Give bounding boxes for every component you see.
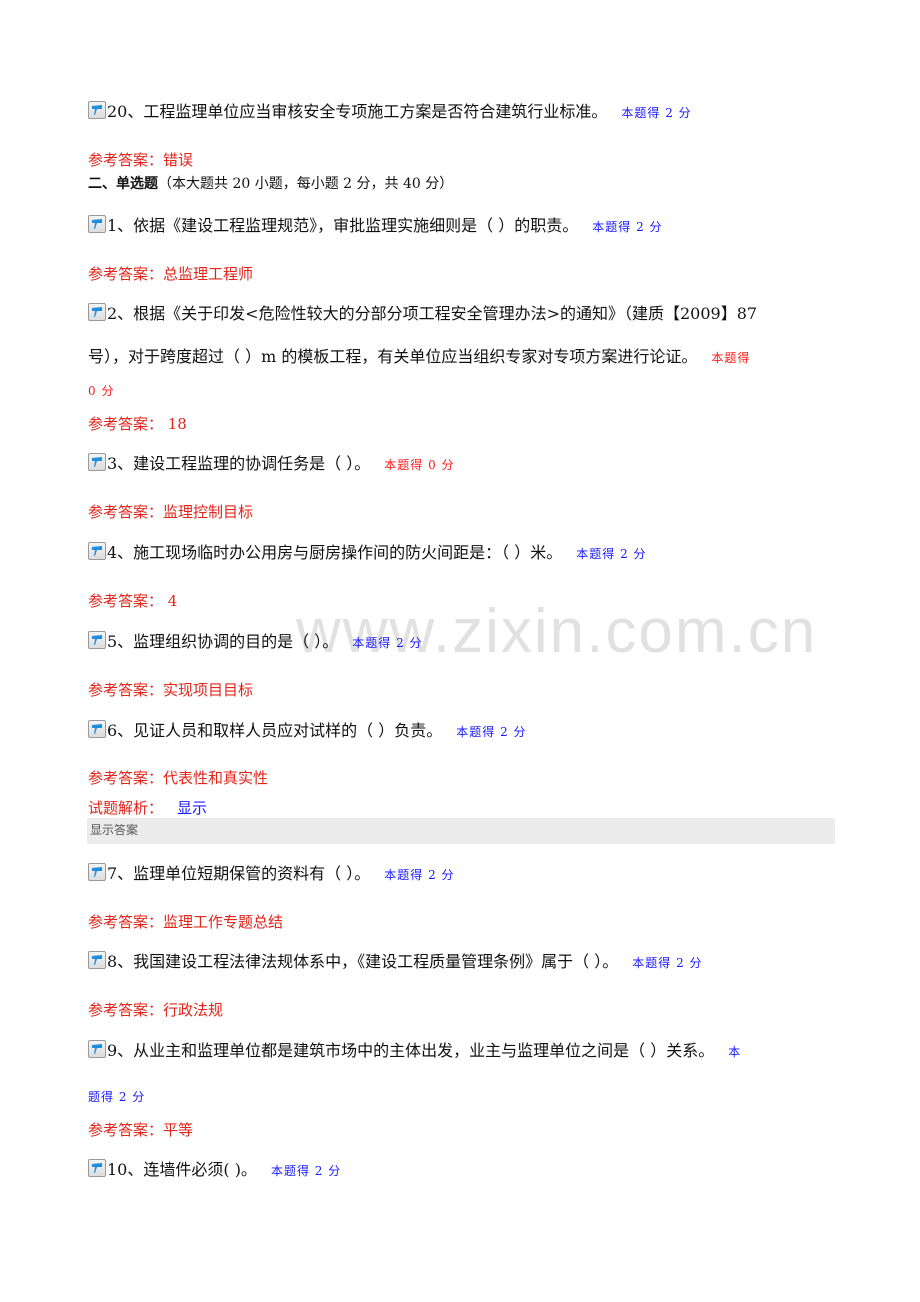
score-label: 本题得 2 分 <box>621 106 692 120</box>
reference-answer: 参考答案：监理控制目标 <box>88 503 254 521</box>
show-analysis-link[interactable]: 显示 <box>177 799 207 817</box>
score-label: 本题得 2 分 <box>576 547 647 561</box>
flag-icon[interactable] <box>88 631 106 649</box>
reference-answer: 参考答案：错误 <box>88 151 194 169</box>
flag-icon[interactable] <box>88 215 106 233</box>
flag-icon[interactable] <box>88 863 106 881</box>
question-2: 2、根据《关于印发<危险性较大的分部分项工程安全管理办法>的通知》（建质【200… <box>88 303 757 325</box>
score-label: 本题得 2 分 <box>352 636 423 650</box>
question-5: 5、监理组织协调的目的是（ ）。 本题得 2 分 <box>88 631 423 654</box>
reference-answer: 参考答案： 18 <box>88 415 187 433</box>
flag-icon[interactable] <box>88 1040 106 1058</box>
section-info: （本大题共 20 小题，每小题 2 分，共 40 分） <box>158 176 454 192</box>
flag-icon[interactable] <box>88 453 106 471</box>
question-text: 8、我国建设工程法律法规体系中，《建设工程质量管理条例》属于（ ）。 <box>107 952 619 971</box>
question-text: 1、依据《建设工程监理规范》，审批监理实施细则是（ ）的职责。 <box>107 216 579 235</box>
question-text: 4、施工现场临时办公用房与厨房操作间的防火间距是：（ ）米。 <box>107 543 563 562</box>
score-label: 本题得 0 分 <box>384 458 455 472</box>
question-8: 8、我国建设工程法律法规体系中，《建设工程质量管理条例》属于（ ）。 本题得 2 … <box>88 951 703 974</box>
flag-icon[interactable] <box>88 542 106 560</box>
section-header: 二、单选题（本大题共 20 小题，每小题 2 分，共 40 分） <box>88 174 453 194</box>
question-20: 20、工程监理单位应当审核安全专项施工方案是否符合建筑行业标准。 本题得 2 分 <box>88 101 692 124</box>
question-text: 10、连墙件必须( )。 <box>107 1160 257 1179</box>
flag-icon[interactable] <box>88 1159 106 1177</box>
question-3: 3、建设工程监理的协调任务是（ ）。 本题得 0 分 <box>88 453 455 476</box>
analysis-label: 试题解析： <box>88 799 164 817</box>
flag-icon[interactable] <box>88 303 106 321</box>
question-4: 4、施工现场临时办公用房与厨房操作间的防火间距是：（ ）米。 本题得 2 分 <box>88 542 647 565</box>
question-text-line2: 号），对于跨度超过（ ）m 的模板工程，有关单位应当组织专家对专项方案进行论证。 <box>88 347 698 366</box>
question-text: 7、监理单位短期保管的资料有（ ）。 <box>107 864 371 883</box>
score-label: 本题得 <box>711 351 751 365</box>
reference-answer: 参考答案：平等 <box>88 1121 194 1139</box>
question-text: 3、建设工程监理的协调任务是（ ）。 <box>107 454 371 473</box>
question-1: 1、依据《建设工程监理规范》，审批监理实施细则是（ ）的职责。 本题得 2 分 <box>88 215 663 238</box>
reference-answer: 参考答案：实现项目目标 <box>88 681 254 699</box>
score-label: 本题得 2 分 <box>384 868 455 882</box>
question-7: 7、监理单位短期保管的资料有（ ）。 本题得 2 分 <box>88 863 455 886</box>
question-text-line1: 2、根据《关于印发<危险性较大的分部分项工程安全管理办法>的通知》（建质【200… <box>107 304 758 323</box>
score-label: 本 <box>728 1045 742 1059</box>
question-text: 20、工程监理单位应当审核安全专项施工方案是否符合建筑行业标准。 <box>107 102 608 121</box>
question-10: 10、连墙件必须( )。 本题得 2 分 <box>88 1159 341 1182</box>
analysis-row: 试题解析： 显示 <box>88 797 207 818</box>
score-label-cont: 题得 2 分 <box>88 1090 146 1104</box>
question-6: 6、见证人员和取样人员应对试样的（ ）负责。 本题得 2 分 <box>88 720 527 743</box>
question-text: 5、监理组织协调的目的是（ ）。 <box>107 632 339 651</box>
score-label: 本题得 2 分 <box>270 1164 342 1178</box>
question-text: 6、见证人员和取样人员应对试样的（ ）负责。 <box>107 721 443 740</box>
flag-icon[interactable] <box>88 101 106 119</box>
score-label-cont: 0 分 <box>88 384 115 398</box>
show-answer-bar[interactable]: 显示答案 <box>87 818 835 844</box>
section-title: 二、单选题 <box>88 176 158 192</box>
reference-answer: 参考答案：行政法规 <box>88 1001 224 1019</box>
question-text: 9、从业主和监理单位都是建筑市场中的主体出发，业主与监理单位之间是（ ）关系。 <box>107 1041 715 1060</box>
reference-answer: 参考答案：代表性和真实性 <box>88 769 269 787</box>
score-label: 本题得 2 分 <box>456 725 527 739</box>
reference-answer: 参考答案： 4 <box>88 592 178 610</box>
reference-answer: 参考答案：监理工作专题总结 <box>88 913 284 931</box>
reference-answer: 参考答案：总监理工程师 <box>88 265 254 283</box>
question-9: 9、从业主和监理单位都是建筑市场中的主体出发，业主与监理单位之间是（ ）关系。本 <box>88 1040 741 1063</box>
score-label: 本题得 2 分 <box>632 956 703 970</box>
flag-icon[interactable] <box>88 951 106 969</box>
score-label: 本题得 2 分 <box>592 220 663 234</box>
flag-icon[interactable] <box>88 720 106 738</box>
question-2-line2: 号），对于跨度超过（ ）m 的模板工程，有关单位应当组织专家对专项方案进行论证。… <box>88 346 750 369</box>
